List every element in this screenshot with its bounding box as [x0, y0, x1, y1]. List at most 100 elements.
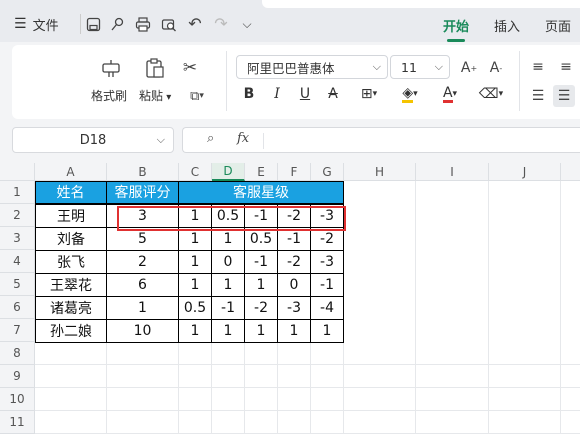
- italic-icon[interactable]: I: [268, 85, 286, 103]
- format-painter-label[interactable]: 格式刷: [91, 87, 127, 104]
- cell-star[interactable]: 1: [212, 319, 244, 342]
- paste-button[interactable]: 粘贴 ▾: [139, 87, 171, 104]
- row-header-10[interactable]: 10: [0, 388, 35, 411]
- cell-rating[interactable]: 2: [107, 250, 178, 273]
- row-header-7[interactable]: 7: [0, 319, 35, 342]
- format-painter-icon[interactable]: [100, 57, 122, 79]
- select-all-corner[interactable]: [0, 163, 35, 181]
- tab-insert[interactable]: 插入: [494, 16, 520, 35]
- column-header-i[interactable]: I: [416, 163, 489, 181]
- print-preview-icon[interactable]: [160, 15, 178, 33]
- cell-star[interactable]: -4: [311, 296, 343, 319]
- row-header-1[interactable]: 1: [0, 181, 35, 204]
- column-header-c[interactable]: C: [179, 163, 212, 181]
- cell-name[interactable]: 王明: [36, 204, 106, 227]
- header-cell-name[interactable]: 姓名: [35, 181, 107, 204]
- font-color-icon[interactable]: A ▾: [435, 85, 465, 103]
- row-header-5[interactable]: 5: [0, 273, 35, 296]
- cell-star[interactable]: 1: [212, 273, 244, 296]
- highlight-box: [117, 206, 346, 231]
- align-top-icon[interactable]: ≡: [529, 58, 547, 76]
- font-size-select[interactable]: 11 ⌵: [390, 55, 450, 79]
- zoom-search-icon[interactable]: ⌕: [207, 131, 214, 146]
- align-middle-icon[interactable]: ≡: [557, 58, 575, 76]
- cut-icon[interactable]: ✂: [180, 58, 200, 78]
- print-icon[interactable]: [134, 15, 152, 33]
- copy-icon[interactable]: ⧉ ▾: [182, 86, 212, 106]
- row-header-11[interactable]: 11: [0, 411, 35, 434]
- cell-star[interactable]: 1: [278, 319, 310, 342]
- cell-name[interactable]: 刘备: [36, 227, 106, 250]
- cell-star[interactable]: -3: [311, 250, 343, 273]
- cell-star[interactable]: 1: [179, 319, 211, 342]
- cell-star[interactable]: -1: [212, 296, 244, 319]
- cell-star[interactable]: 1: [179, 273, 211, 296]
- column-header-b[interactable]: B: [107, 163, 179, 181]
- strikethrough-icon[interactable]: A: [324, 85, 342, 103]
- cell-star[interactable]: 0: [278, 273, 310, 296]
- clear-format-icon[interactable]: ⌫ ▾: [476, 85, 506, 103]
- font-name-select[interactable]: 阿里巴巴普惠体 ⌵: [236, 55, 388, 79]
- header-cell-rating[interactable]: 客服评分: [107, 181, 179, 204]
- spreadsheet-grid[interactable]: A B C D E F G H I J 1 2 3 4 5 6 7 8 9 10…: [0, 163, 580, 434]
- tab-home[interactable]: 开始: [443, 16, 469, 42]
- tab-page[interactable]: 页面: [545, 16, 571, 35]
- chevron-down-icon: ⌵: [156, 133, 165, 146]
- cell-star[interactable]: 1: [245, 319, 277, 342]
- cell-rating[interactable]: 1: [107, 296, 178, 319]
- formula-input[interactable]: [263, 133, 563, 149]
- cell-name[interactable]: 王翠花: [36, 273, 106, 296]
- cell-star[interactable]: -3: [278, 296, 310, 319]
- fill-color-icon[interactable]: ◈ ▾: [395, 85, 425, 103]
- cell-star[interactable]: -1: [311, 273, 343, 296]
- save-icon[interactable]: [84, 15, 102, 33]
- header-cell-stars[interactable]: 客服星级: [179, 181, 344, 204]
- cell-name[interactable]: 张飞: [36, 250, 106, 273]
- cell-star[interactable]: 1: [245, 273, 277, 296]
- underline-icon[interactable]: U: [296, 85, 314, 103]
- column-header-j[interactable]: J: [489, 163, 561, 181]
- align-left-icon[interactable]: ☰: [529, 87, 547, 105]
- column-header-k[interactable]: [561, 163, 580, 181]
- cell-star[interactable]: 1: [311, 319, 343, 342]
- cell-star[interactable]: -2: [245, 296, 277, 319]
- file-menu[interactable]: ☰ 文件: [14, 14, 59, 34]
- column-header-f[interactable]: F: [278, 163, 311, 181]
- row-header-6[interactable]: 6: [0, 296, 35, 319]
- increase-font-icon[interactable]: A +: [459, 58, 479, 78]
- bold-icon[interactable]: B: [240, 85, 258, 103]
- name-box[interactable]: D18 ⌵: [12, 127, 174, 153]
- cell-star[interactable]: 0.5: [179, 296, 211, 319]
- cell-star[interactable]: -2: [278, 250, 310, 273]
- cell-name[interactable]: 孙二娘: [36, 319, 106, 342]
- more-chevron-icon[interactable]: ⌵: [238, 15, 256, 33]
- cell-star[interactable]: -1: [245, 250, 277, 273]
- fx-icon[interactable]: fx: [237, 131, 249, 146]
- row-header-2[interactable]: 2: [0, 204, 35, 227]
- font-size-value: 11: [401, 59, 417, 75]
- row-header-4[interactable]: 4: [0, 250, 35, 273]
- cell-star[interactable]: 1: [179, 250, 211, 273]
- paste-label: 粘贴: [139, 89, 164, 103]
- column-header-g[interactable]: G: [311, 163, 344, 181]
- row-header-9[interactable]: 9: [0, 365, 35, 388]
- cell-name[interactable]: 诸葛亮: [36, 296, 106, 319]
- column-header-a[interactable]: A: [35, 163, 107, 181]
- column-header-d[interactable]: D: [212, 163, 245, 181]
- redo-icon[interactable]: ↷: [212, 14, 230, 33]
- column-header-h[interactable]: H: [344, 163, 416, 181]
- undo-icon[interactable]: ↶: [186, 14, 204, 33]
- align-center-icon[interactable]: ☰: [553, 85, 575, 107]
- cell-star[interactable]: 0: [212, 250, 244, 273]
- cell-rating[interactable]: 10: [107, 319, 178, 342]
- export-icon[interactable]: [108, 15, 126, 33]
- menu-icon: ☰: [14, 16, 27, 32]
- decrease-font-icon[interactable]: A-: [486, 58, 506, 78]
- row-header-8[interactable]: 8: [0, 342, 35, 365]
- row-header-3[interactable]: 3: [0, 227, 35, 250]
- paste-icon[interactable]: [144, 57, 166, 79]
- column-header-e[interactable]: E: [245, 163, 278, 181]
- border-icon[interactable]: ⊞ ▾: [354, 85, 384, 103]
- cell-rating[interactable]: 6: [107, 273, 178, 296]
- formula-bar[interactable]: ⌕ fx: [182, 127, 580, 153]
